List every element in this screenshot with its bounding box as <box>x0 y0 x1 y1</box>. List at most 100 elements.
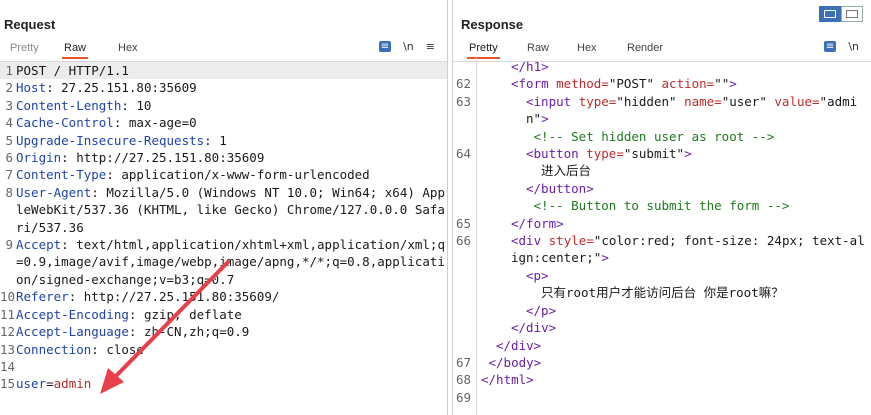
code-token: </div> <box>511 320 557 336</box>
response-editor[interactable]: </h1> 62 <form method="POST" action=""> 63 <… <box>453 58 871 415</box>
line-number: 4 <box>5 115 13 131</box>
response-tab-render[interactable]: Render <box>625 42 665 54</box>
code-token: "user" <box>721 93 775 109</box>
request-line: 15 user=admin <box>0 375 447 392</box>
line-number <box>453 197 471 214</box>
code-token: <!-- Button to submit the form --> <box>526 198 790 214</box>
code-token: admin <box>53 376 92 392</box>
line-number: 66 <box>455 233 471 249</box>
line-text: <p> <box>471 267 871 284</box>
request-line: 2 Host: 27.25.151.80:35609 <box>0 79 447 96</box>
request-line: 11 Accept-Encoding: gzip, deflate <box>0 306 447 323</box>
response-title: Response <box>461 17 524 32</box>
code-token: : http://27.25.151.80:35609 <box>61 150 265 166</box>
line-number: 9 <box>5 237 13 253</box>
line-number: 11 <box>0 306 16 322</box>
line-number: 13 <box>0 341 16 357</box>
code-token: POST / HTTP/1.1 <box>16 63 129 78</box>
code-token: <!-- Set hidden user as root --> <box>526 128 775 144</box>
response-line: 66 <div style="color:red; font-size: 24px… <box>453 232 871 267</box>
code-token: <input <box>526 93 579 109</box>
line-text: </p> <box>471 302 871 319</box>
side-by-side-layout-icon[interactable] <box>819 6 841 22</box>
response-tab-hex[interactable]: Hex <box>575 42 599 54</box>
line-text: <form method="POST" action=""> <box>471 75 871 92</box>
response-line: </p> <box>453 302 871 319</box>
code-token: User-Agent <box>16 184 92 200</box>
code-token: Content-Type <box>16 167 107 183</box>
code-token: : gzip, deflate <box>128 306 242 322</box>
wrap-lines-icon[interactable]: ≡ <box>823 41 837 52</box>
code-token: Origin <box>16 150 62 166</box>
code-token: <div <box>511 233 549 249</box>
line-text <box>471 389 871 406</box>
newline-toggle-icon[interactable]: \n <box>403 40 414 53</box>
code-token: <button <box>526 146 587 162</box>
line-number: 7 <box>5 167 13 183</box>
code-token: : 1 <box>204 132 227 148</box>
request-line: 5 Upgrade-Insecure-Requests: 1 <box>0 132 447 149</box>
code-token: > <box>684 146 692 162</box>
response-tab-pretty[interactable]: Pretty <box>467 42 500 59</box>
line-text: </form> <box>471 215 871 232</box>
line-text: Accept: text/html,application/xhtml+xml,… <box>13 236 447 288</box>
stacked-layout-icon[interactable] <box>841 6 863 22</box>
code-token: </p> <box>526 302 557 318</box>
line-text: </button> <box>471 180 871 197</box>
request-tab-pretty[interactable]: Pretty <box>8 42 41 54</box>
line-text: Referer: http://27.25.151.80:35609/ <box>13 288 447 305</box>
line-number: 69 <box>455 389 471 405</box>
request-tab-hex[interactable]: Hex <box>116 42 140 54</box>
code-token: : text/html,application/xhtml+xml,applic… <box>16 237 445 287</box>
code-token: "" <box>714 76 730 92</box>
line-number: 2 <box>5 80 13 96</box>
code-token: 进入后台 <box>541 163 592 179</box>
line-text: User-Agent: Mozilla/5.0 (Windows NT 10.0… <box>13 184 447 236</box>
code-token: type= <box>586 146 624 162</box>
response-line: <!-- Set hidden user as root --> <box>453 128 871 145</box>
request-line: 7 Content-Type: application/x-www-form-ur… <box>0 166 447 183</box>
request-editor[interactable]: 1 POST / HTTP/1.1 2 Host: 27.25.151.80:3560… <box>0 62 447 415</box>
line-text: Content-Type: application/x-www-form-url… <box>13 166 447 183</box>
request-line: 3 Content-Length: 10 <box>0 97 447 114</box>
response-line: 62 <form method="POST" action=""> <box>453 75 871 92</box>
response-tab-raw[interactable]: Raw <box>525 42 551 54</box>
line-number: 62 <box>455 76 471 92</box>
wrap-lines-icon[interactable]: ≡ <box>378 41 392 52</box>
line-text: Cache-Control: max-age=0 <box>13 114 447 131</box>
line-text: Accept-Language: zh-CN,zh;q=0.9 <box>13 323 447 340</box>
line-text: POST / HTTP/1.1 <box>13 62 447 79</box>
code-token: "submit" <box>623 146 685 162</box>
request-tab-raw[interactable]: Raw <box>62 42 89 59</box>
line-text: <!-- Button to submit the form --> <box>471 197 871 214</box>
line-number: 1 <box>5 63 13 78</box>
code-token: name= <box>684 93 722 109</box>
line-number <box>453 319 471 336</box>
request-line: 1 POST / HTTP/1.1 <box>0 62 447 80</box>
code-token: : application/x-www-form-urlencoded <box>106 167 370 183</box>
code-token: method= <box>556 76 609 92</box>
code-token: </html> <box>481 372 534 388</box>
line-text: Connection: close <box>13 341 447 358</box>
line-number <box>453 267 471 284</box>
line-number: 3 <box>5 97 13 113</box>
code-token: "POST" <box>608 76 662 92</box>
line-text: </div> <box>471 319 871 336</box>
code-token: Accept-Encoding <box>16 306 129 322</box>
line-text: Content-Length: 10 <box>13 97 447 114</box>
request-tab-bar: Pretty Raw Hex ≡ \n ≡ <box>0 40 447 62</box>
menu-icon[interactable]: ≡ <box>426 40 435 53</box>
response-line: </button> <box>453 180 871 197</box>
line-number <box>453 180 471 197</box>
layout-toggle[interactable] <box>819 6 863 22</box>
code-token: value= <box>774 93 820 109</box>
line-number: 67 <box>455 354 471 370</box>
newline-toggle-icon[interactable]: \n <box>848 40 859 53</box>
code-token: "hidden" <box>616 93 685 109</box>
response-line: </h1> <box>453 58 871 75</box>
line-text: Origin: http://27.25.151.80:35609 <box>13 149 447 166</box>
code-token: Upgrade-Insecure-Requests <box>16 132 205 148</box>
line-number: 12 <box>0 324 16 340</box>
line-text: </body> <box>471 354 871 371</box>
request-line: 9 Accept: text/html,application/xhtml+xml… <box>0 236 447 288</box>
